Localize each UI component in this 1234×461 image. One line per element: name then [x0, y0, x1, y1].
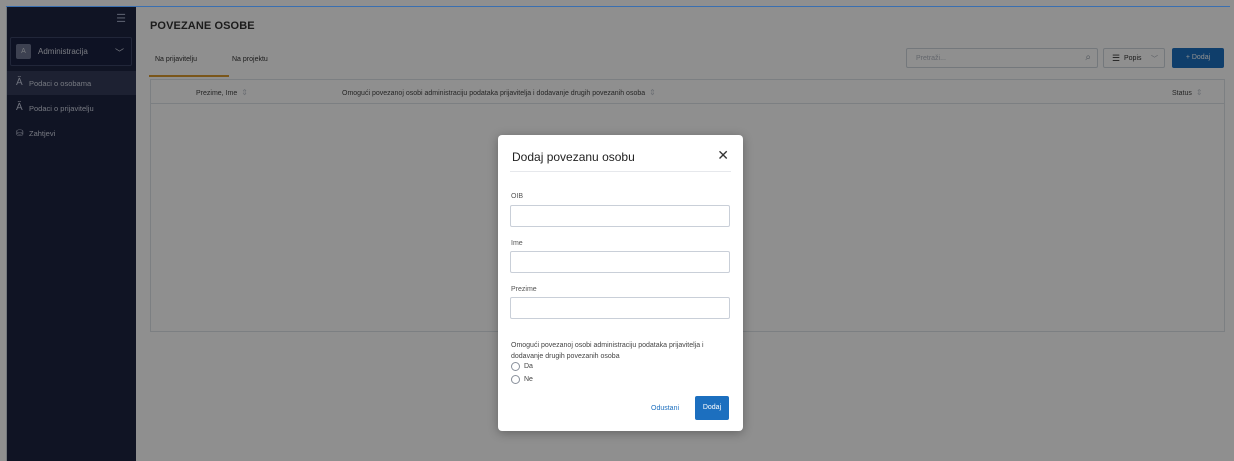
frame-top-border — [6, 6, 1230, 7]
radio-option-ne[interactable]: Ne — [511, 375, 533, 385]
admin-permission-question: Omogući povezanoj osobi administraciju p… — [511, 342, 704, 360]
ime-label: Ime — [511, 240, 523, 247]
divider — [510, 171, 731, 172]
dialog-title: Dodaj povezanu osobu — [512, 150, 635, 164]
oib-label: OIB — [511, 193, 524, 200]
prezime-field[interactable] — [510, 297, 730, 319]
ime-field[interactable] — [510, 251, 730, 273]
radio-option-da[interactable]: Da — [511, 362, 533, 372]
radio-button[interactable] — [511, 362, 520, 371]
radio-button[interactable] — [511, 375, 520, 384]
cancel-button[interactable]: Odustani — [651, 405, 679, 412]
prezime-label: Prezime — [511, 286, 537, 293]
oib-field[interactable] — [510, 205, 730, 227]
submit-button[interactable]: Dodaj — [695, 396, 729, 420]
close-icon[interactable]: ✕ — [717, 147, 729, 164]
add-related-person-dialog: Dodaj povezanu osobu ✕ OIB Ime Prezime O… — [498, 135, 743, 431]
